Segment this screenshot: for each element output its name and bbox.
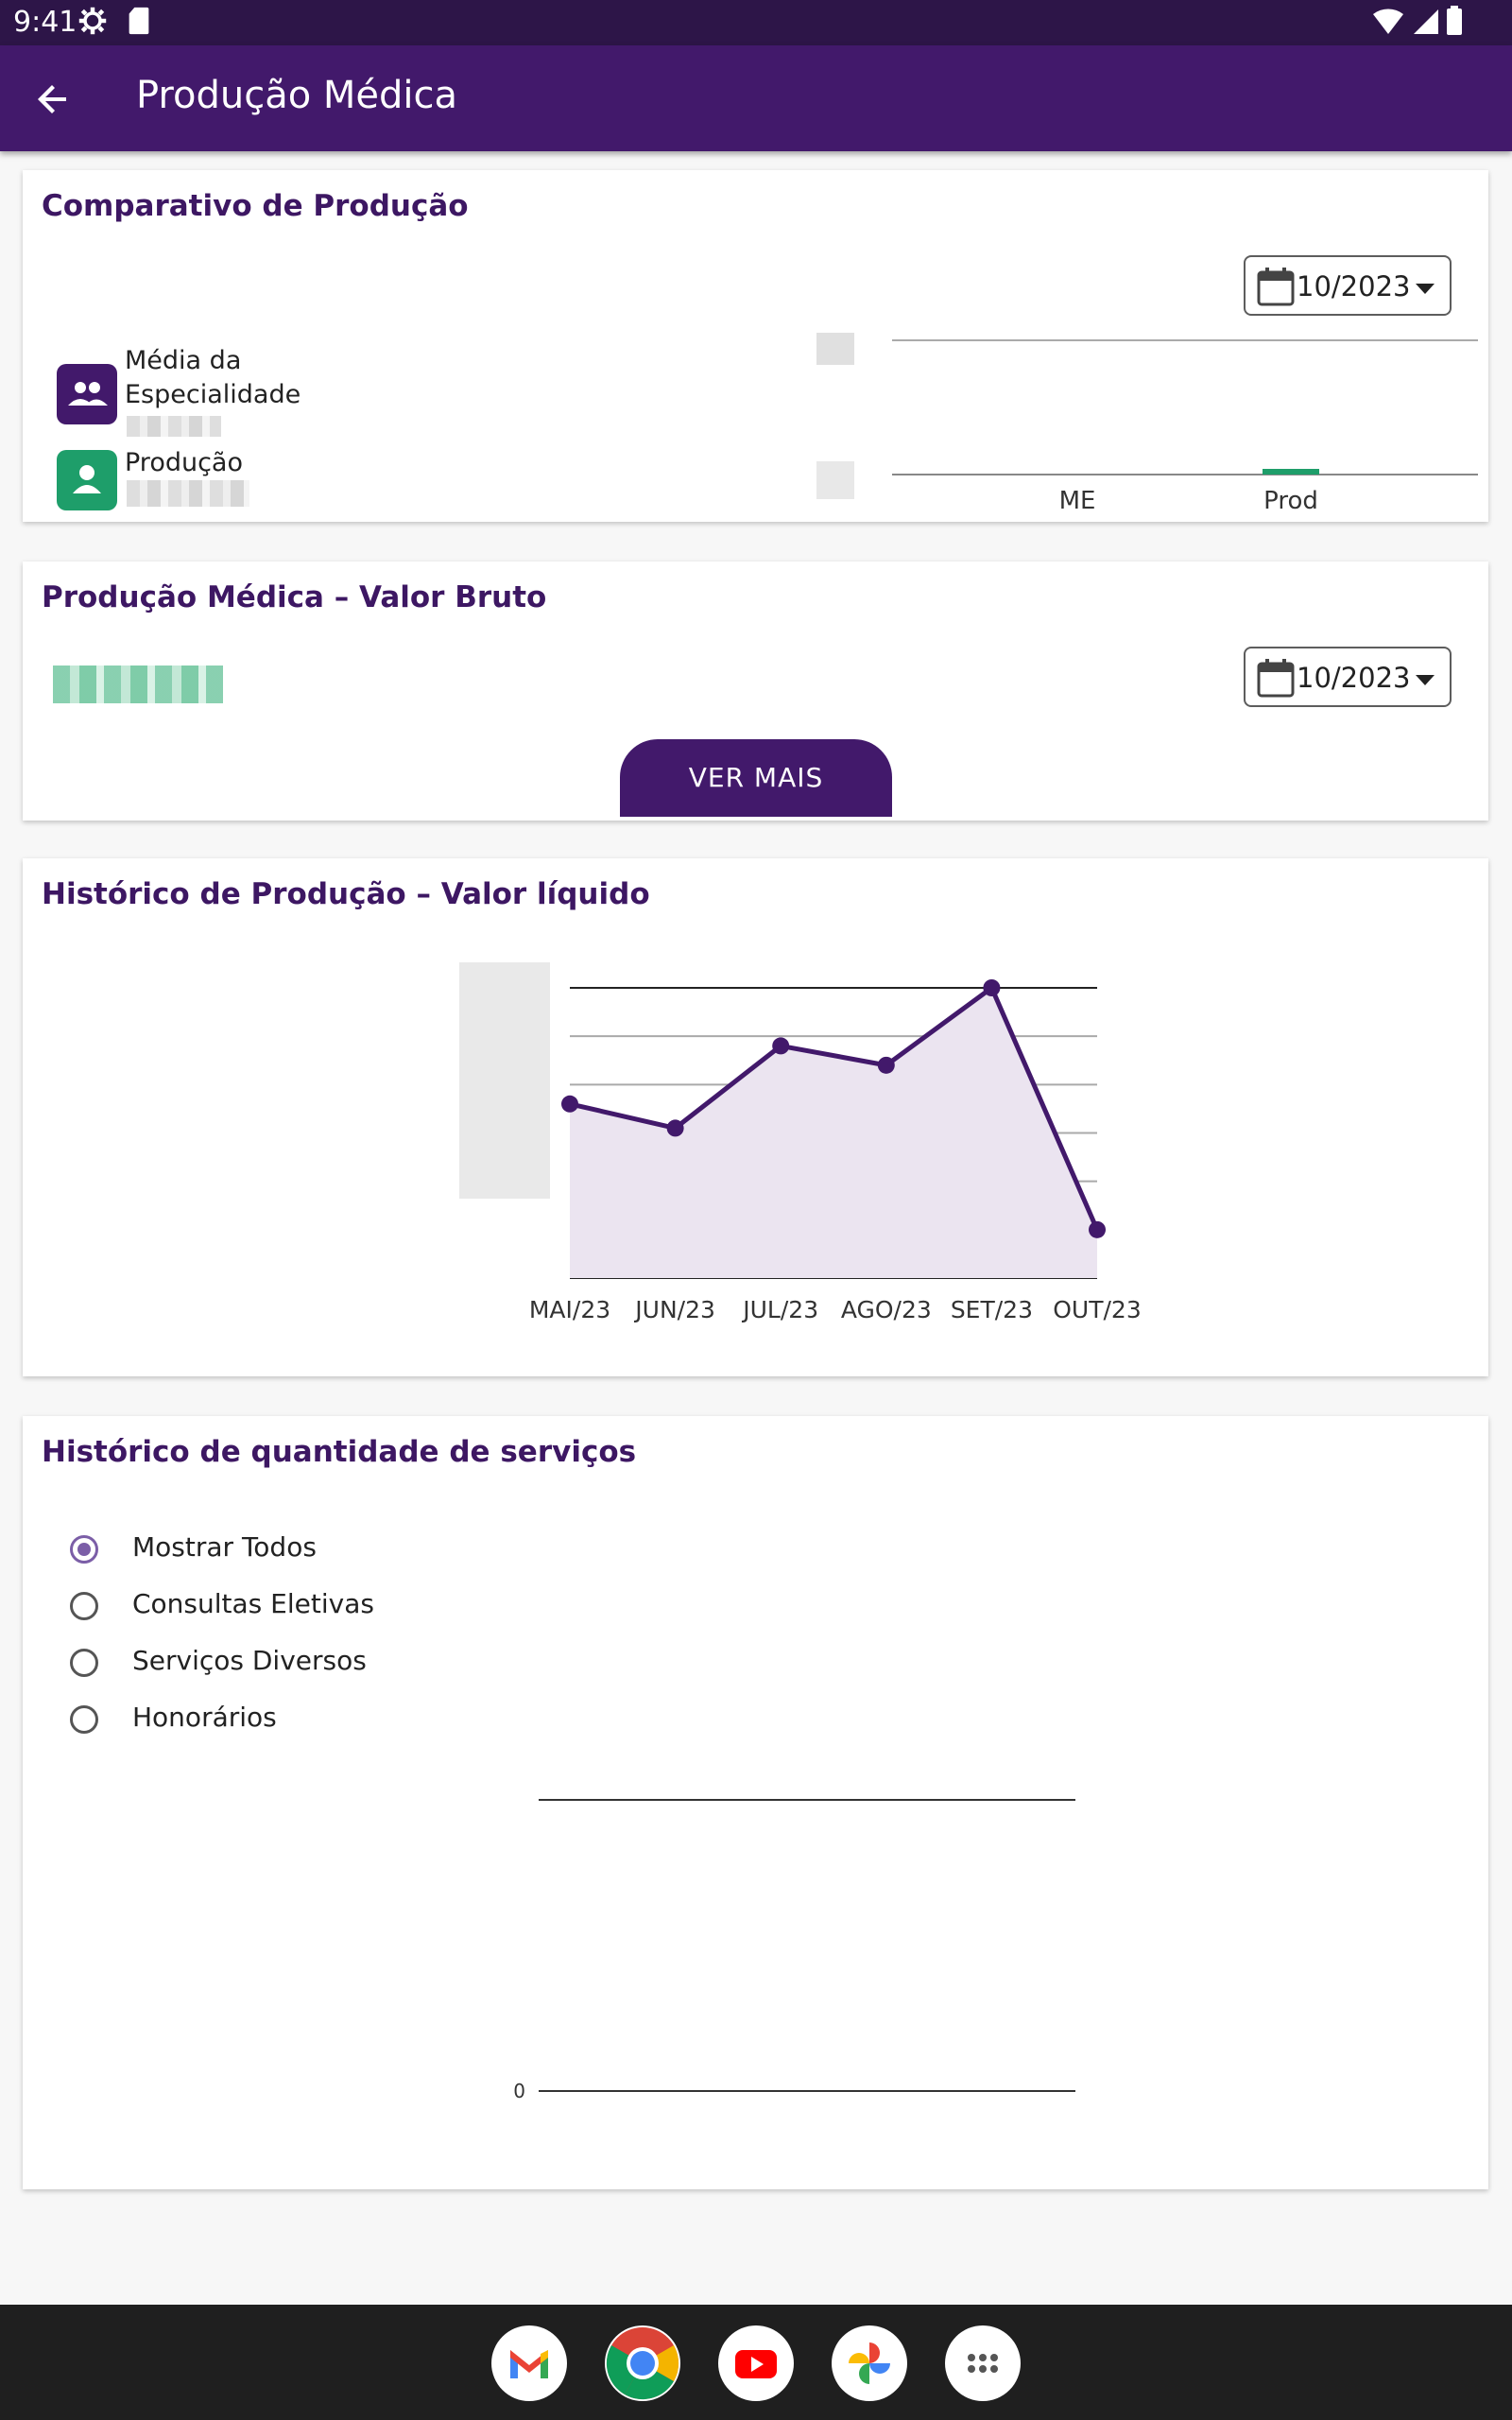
comparativo-date-value: 10/2023 [1297, 270, 1411, 302]
status-bar: 9:41 [0, 0, 1512, 45]
x-tick-label-me: ME [1059, 487, 1096, 515]
dropdown-caret-icon [1416, 675, 1435, 685]
calendar-icon [1257, 659, 1295, 698]
x-tick-label: MAI/23 [529, 1296, 610, 1323]
data-point-set-23 [983, 979, 1001, 996]
data-point-out-23 [1089, 1220, 1106, 1238]
historico-servicos-card: Histórico de quantidade de serviços Most… [23, 1416, 1488, 2189]
legend-label-producao: Produção [125, 448, 243, 477]
area-fill [570, 988, 1097, 1278]
back-arrow-icon[interactable] [30, 77, 76, 122]
valor-bruto-card: Produção Médica – Valor Bruto 10/2023 VE… [23, 562, 1488, 821]
dropdown-caret-icon [1416, 284, 1435, 294]
app-bar: Produção Médica [0, 45, 1512, 151]
x-tick-label: AGO/23 [841, 1296, 932, 1323]
ver-mais-button[interactable]: VER MAIS [620, 739, 892, 817]
y-axis-labels-redacted [459, 962, 550, 1199]
status-time: 9:41 [13, 6, 77, 39]
radio-unchecked-icon[interactable] [70, 1592, 98, 1620]
radio-label: Honorários [132, 1702, 277, 1733]
data-point-mai-23 [561, 1095, 578, 1113]
y-tick-label-zero: 0 [513, 2080, 525, 2102]
x-tick-label: SET/23 [951, 1296, 1033, 1323]
legend-label-media: Média da Especialidade [125, 346, 301, 409]
valor-bruto-date-value: 10/2023 [1297, 662, 1411, 694]
data-point-jul-23 [772, 1037, 790, 1055]
valor-bruto-date-picker[interactable]: 10/2023 [1244, 647, 1452, 707]
app-drawer-icon[interactable] [945, 2325, 1021, 2401]
calendar-icon [1257, 268, 1295, 306]
group-icon [57, 364, 117, 424]
radio-label: Consultas Eletivas [132, 1588, 374, 1619]
navigation-dock [0, 2305, 1512, 2420]
data-point-ago-23 [877, 1056, 895, 1074]
x-tick-label-prod: Prod [1263, 487, 1318, 515]
wifi-icon [1373, 9, 1403, 35]
historico-liquido-card: Histórico de Produção – Valor líquido MA… [23, 858, 1488, 1376]
page-title: Produção Médica [136, 74, 458, 117]
comparativo-card: Comparativo de Produção 10/2023 Média da… [23, 170, 1488, 522]
radio-unchecked-icon[interactable] [70, 1649, 98, 1677]
y-tick-label-zero-redacted [816, 461, 854, 499]
comparativo-title: Comparativo de Produção [42, 189, 469, 223]
gmail-icon[interactable] [491, 2325, 567, 2401]
sd-card-icon [129, 7, 149, 35]
battery-icon [1447, 6, 1462, 35]
data-point-jun-23 [666, 1119, 684, 1137]
person-icon [57, 450, 117, 510]
x-tick-label: OUT/23 [1053, 1296, 1141, 1323]
radio-label: Serviços Diversos [132, 1645, 367, 1676]
valor-bruto-amount-redacted [53, 666, 223, 703]
chrome-icon[interactable] [605, 2325, 680, 2401]
servicos-chart: 0 [513, 1799, 1075, 2102]
valor-bruto-title: Produção Médica – Valor Bruto [42, 580, 547, 614]
x-tick-label: JUN/23 [633, 1296, 715, 1323]
historico-servicos-title: Histórico de quantidade de serviços [42, 1435, 637, 1469]
photos-icon[interactable] [832, 2325, 907, 2401]
legend-value-media-redacted [127, 416, 221, 437]
settings-icon [78, 7, 107, 35]
historico-liquido-chart: MAI/23 JUN/23 JUL/23 AGO/23 SET/23 OUT/23 [459, 962, 1142, 1323]
radio-label: Mostrar Todos [132, 1531, 317, 1563]
bar-prod [1263, 469, 1319, 475]
comparativo-chart: ME Prod [816, 333, 1478, 515]
radio-checked-icon[interactable] [70, 1535, 98, 1564]
legend-value-producao-redacted [127, 480, 249, 507]
cell-signal-icon [1414, 9, 1438, 34]
x-tick-label: JUL/23 [741, 1296, 818, 1323]
y-tick-label-top-redacted [816, 333, 854, 365]
radio-unchecked-icon[interactable] [70, 1705, 98, 1734]
youtube-icon[interactable] [718, 2325, 794, 2401]
